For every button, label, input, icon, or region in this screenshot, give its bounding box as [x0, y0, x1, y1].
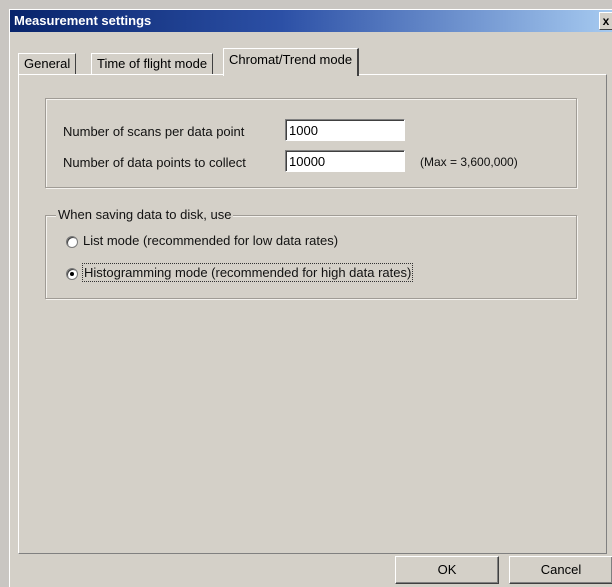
ok-button[interactable]: OK: [395, 556, 499, 584]
histogramming-mode-label: Histogramming mode (recommended for high…: [82, 263, 414, 282]
scans-per-point-input[interactable]: [285, 119, 405, 141]
histogramming-mode-option[interactable]: Histogramming mode (recommended for high…: [66, 263, 466, 285]
close-button[interactable]: x: [599, 12, 612, 30]
tab-general[interactable]: General: [18, 53, 77, 74]
data-points-input[interactable]: [285, 150, 405, 172]
data-points-label: Number of data points to collect: [63, 155, 246, 170]
tab-time-of-flight-mode[interactable]: Time of flight mode: [91, 53, 214, 74]
max-points-note: (Max = 3,600,000): [420, 155, 518, 169]
cancel-button[interactable]: Cancel: [509, 556, 612, 584]
list-mode-radio[interactable]: [66, 236, 78, 248]
list-mode-label: List mode (recommended for low data rate…: [83, 233, 339, 248]
radio-selected-dot: [70, 272, 74, 276]
window-title: Measurement settings: [14, 13, 152, 28]
list-mode-option[interactable]: List mode (recommended for low data rate…: [66, 233, 386, 253]
acquisition-group: Number of scans per data point Number of…: [45, 98, 577, 188]
histogramming-mode-radio[interactable]: [66, 268, 78, 280]
saving-mode-group: When saving data to disk, use List mode …: [45, 207, 577, 299]
title-bar: Measurement settings x: [10, 10, 612, 32]
tab-chromat-trend-mode[interactable]: Chromat/Trend mode: [223, 48, 360, 76]
close-icon: x: [602, 14, 610, 28]
saving-mode-legend: When saving data to disk, use: [56, 207, 234, 222]
measurement-settings-dialog: Measurement settings x General Time of f…: [9, 9, 612, 587]
chromat-trend-panel: Number of scans per data point Number of…: [18, 74, 607, 554]
scans-per-point-label: Number of scans per data point: [63, 124, 245, 139]
